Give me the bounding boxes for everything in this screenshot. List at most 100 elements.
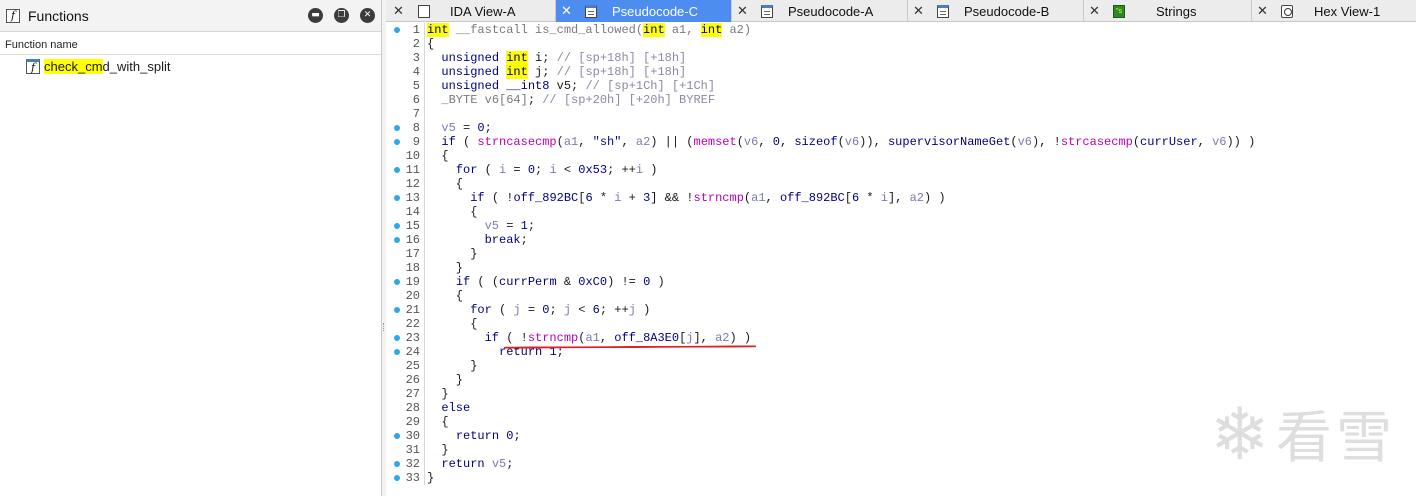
line-number: 3 — [412, 51, 420, 65]
code-line[interactable]: 22 { — [386, 317, 1416, 331]
line-number: 20 — [405, 289, 420, 303]
code-text: for ( j = 0; j < 6; ++j ) — [470, 303, 651, 317]
code-line[interactable]: 18 } — [386, 261, 1416, 275]
restore-icon[interactable]: ❐ — [334, 8, 349, 23]
code-line[interactable]: 20 { — [386, 289, 1416, 303]
line-number: 2 — [412, 37, 420, 51]
code-line[interactable]: 19 if ( (currPerm & 0xC0) != 0 ) — [386, 275, 1416, 289]
code-line[interactable]: 4 unsigned int j; // [sp+18h] [+18h] — [386, 65, 1416, 79]
code-line[interactable]: 15 v5 = 1; — [386, 219, 1416, 233]
line-number: 14 — [405, 205, 420, 219]
code-text: { — [427, 149, 449, 163]
line-number: 8 — [412, 121, 420, 135]
tab-close-icon[interactable]: ✕ — [393, 4, 404, 19]
line-number: 27 — [405, 387, 420, 401]
snowflake-icon: ❄ — [1209, 391, 1270, 476]
tab-bar: ✕ IDA View-A ✕ Pseudocode-C ✕ Pseudocode… — [386, 0, 1416, 22]
line-number: 33 — [405, 471, 420, 485]
line-number: 21 — [405, 303, 420, 317]
code-line[interactable]: 13 if ( !off_892BC[6 * i + 3] && !strncm… — [386, 191, 1416, 205]
line-number: 31 — [405, 443, 420, 457]
line-number: 28 — [405, 401, 420, 415]
code-line[interactable]: 8 v5 = 0; — [386, 121, 1416, 135]
code-line[interactable]: 16 break; — [386, 233, 1416, 247]
close-icon[interactable]: ✕ — [360, 8, 375, 23]
strings-icon: "s — [1113, 4, 1125, 18]
tab-label: IDA View-A — [450, 3, 516, 19]
code-text: unsigned __int8 v5; // [sp+1Ch] [+1Ch] — [441, 79, 716, 93]
tab-pseudocode-b[interactable]: ✕ Pseudocode-B — [908, 0, 1084, 22]
code-text: break; — [484, 233, 528, 247]
code-text: } — [427, 261, 464, 275]
code-line[interactable]: 9 if ( strncasecmp(a1, "sh", a2) || (mem… — [386, 135, 1416, 149]
function-icon: f — [26, 58, 40, 74]
tab-ida-view-a[interactable]: ✕ IDA View-A — [386, 0, 556, 22]
code-line[interactable]: 2{ — [386, 37, 1416, 51]
line-number: 10 — [405, 149, 420, 163]
code-text: int __fastcall is_cmd_allowed(int a1, in… — [427, 23, 752, 37]
line-number: 19 — [405, 275, 420, 289]
tab-hex-view-1[interactable]: ✕ Hex View-1 — [1252, 0, 1416, 22]
tab-label: Pseudocode-C — [612, 3, 698, 19]
tab-label: Pseudocode-B — [964, 3, 1050, 19]
code-line[interactable]: 11 for ( i = 0; i < 0x53; ++i ) — [386, 163, 1416, 177]
code-text: v5 = 1; — [484, 219, 536, 233]
function-name: check_cmd_with_split — [44, 58, 171, 74]
tab-label: Hex View-1 — [1314, 3, 1381, 19]
tab-pseudocode-c[interactable]: ✕ Pseudocode-C — [556, 0, 732, 22]
minimize-icon[interactable]: ▬ — [308, 8, 323, 23]
code-text: else — [441, 401, 471, 415]
tab-close-icon[interactable]: ✕ — [1257, 4, 1268, 19]
code-line[interactable]: 1 int __fastcall is_cmd_allowed(int a1, i… — [386, 23, 1416, 37]
code-text: unsigned int i; // [sp+18h] [+18h] — [441, 51, 687, 65]
function-icon: f — [6, 8, 20, 23]
tab-close-icon[interactable]: ✕ — [913, 4, 924, 19]
line-number: 1 — [412, 23, 420, 37]
tab-close-icon[interactable]: ✕ — [737, 4, 748, 19]
line-number: 29 — [405, 415, 420, 429]
line-number: 30 — [405, 429, 420, 443]
code-text: { — [427, 205, 478, 219]
line-number: 26 — [405, 373, 420, 387]
function-list-item[interactable]: f check_cmd_with_split — [0, 56, 381, 76]
code-text: } — [427, 387, 449, 401]
code-text: v5 = 0; — [441, 121, 492, 135]
code-text: return v5; — [441, 457, 514, 471]
code-line[interactable]: 6 _BYTE v6[64]; // [sp+20h] [+20h] BYREF — [386, 93, 1416, 107]
code-line[interactable]: 17 } — [386, 247, 1416, 261]
code-text: _BYTE v6[64]; // [sp+20h] [+20h] BYREF — [441, 93, 716, 107]
tab-close-icon[interactable]: ✕ — [561, 4, 572, 19]
code-line[interactable]: 5 unsigned __int8 v5; // [sp+1Ch] [+1Ch] — [386, 79, 1416, 93]
watermark: ❄ 看雪 — [1210, 393, 1396, 474]
pseudocode-view[interactable]: 1 int __fastcall is_cmd_allowed(int a1, i… — [386, 22, 1416, 496]
tab-strings[interactable]: ✕ "s Strings — [1084, 0, 1252, 22]
function-name-rest: d_with_split — [102, 58, 171, 74]
line-number: 25 — [405, 359, 420, 373]
code-text: } — [427, 247, 478, 261]
column-header-function-name[interactable]: Function name — [0, 36, 381, 55]
code-line[interactable]: 26 } — [386, 373, 1416, 387]
tab-label: Strings — [1156, 3, 1197, 19]
code-line[interactable]: 7 — [386, 107, 1416, 121]
code-line[interactable]: 23 if ( !strncmp(a1, off_8A3E0[j], a2) ) — [386, 331, 1416, 345]
code-text: if ( strncasecmp(a1, "sh", a2) || (memse… — [441, 135, 1256, 149]
code-text: if ( !strncmp(a1, off_8A3E0[j], a2) ) — [484, 331, 752, 345]
pseudocode-icon — [937, 4, 949, 18]
panel-window-buttons: ▬ ❐ ✕ — [308, 8, 375, 23]
line-number: 6 — [412, 93, 420, 107]
tab-label: Pseudocode-A — [788, 3, 874, 19]
code-line[interactable]: 25 } — [386, 359, 1416, 373]
line-number: 23 — [405, 331, 420, 345]
line-number: 5 — [412, 79, 420, 93]
tab-pseudocode-a[interactable]: ✕ Pseudocode-A — [732, 0, 908, 22]
line-number: 16 — [405, 233, 420, 247]
tab-close-icon[interactable]: ✕ — [1089, 4, 1100, 19]
code-text: { — [427, 37, 435, 51]
code-line[interactable]: 3 unsigned int i; // [sp+18h] [+18h] — [386, 51, 1416, 65]
code-line[interactable]: 10 { — [386, 149, 1416, 163]
code-text: } — [427, 359, 478, 373]
code-line[interactable]: 14 { — [386, 205, 1416, 219]
code-line[interactable]: 21 for ( j = 0; j < 6; ++j ) — [386, 303, 1416, 317]
code-line[interactable]: 12 { — [386, 177, 1416, 191]
functions-panel-header: f Functions ▬ ❐ ✕ — [0, 0, 381, 32]
